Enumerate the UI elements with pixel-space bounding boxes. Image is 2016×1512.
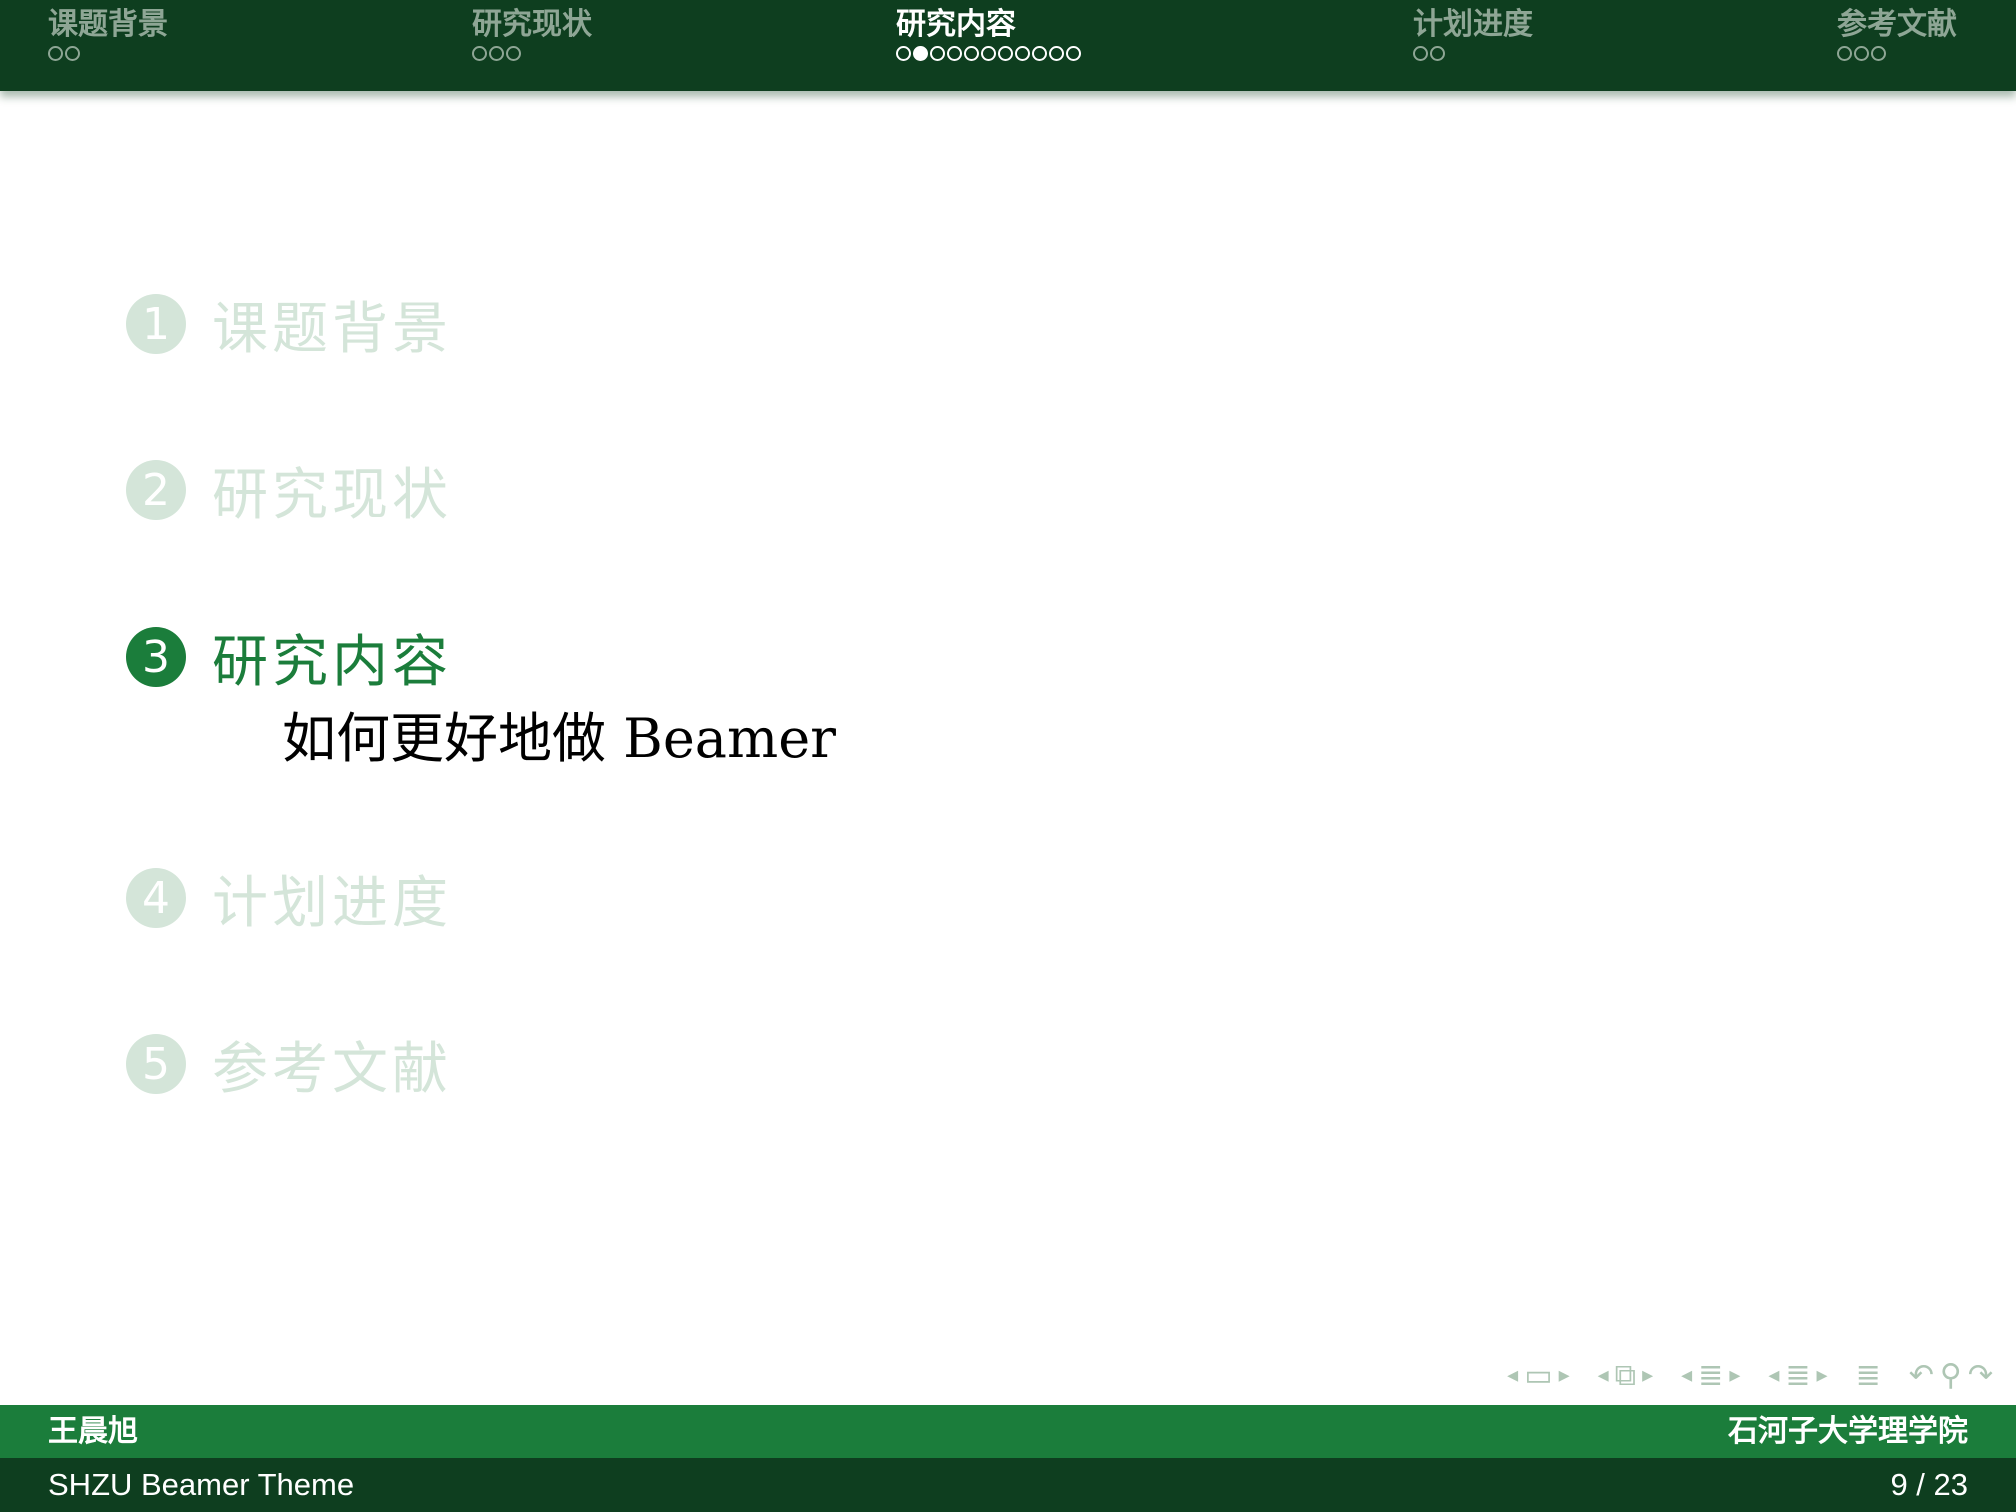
toc-item-references[interactable]: 5 参考文献 xyxy=(126,1031,452,1102)
nav-frame-dot[interactable] xyxy=(930,46,945,61)
next-arrow-icon[interactable]: ▸ xyxy=(1817,1363,1828,1388)
search-nav-group: ↶ ⚲ ↷ xyxy=(1906,1358,1996,1393)
toc-item-status[interactable]: 2 研究现状 xyxy=(126,457,452,528)
toc-item-background[interactable]: 1 课题背景 xyxy=(126,291,452,362)
nav-section-title: 课题背景 xyxy=(48,7,168,42)
nav-frame-dot[interactable] xyxy=(1066,46,1081,61)
nav-frame-dot[interactable] xyxy=(48,46,63,61)
subsection-nav-icon[interactable]: ⧉ xyxy=(1615,1358,1636,1393)
nav-section-status[interactable]: 研究现状 xyxy=(472,6,592,61)
frame-nav-icon[interactable]: ▭ xyxy=(1524,1358,1552,1393)
toc-item-schedule[interactable]: 4 计划进度 xyxy=(126,865,452,936)
toc-number-badge: 1 xyxy=(126,294,186,354)
navigation-symbols: ◂ ▭ ▸ ◂ ⧉ ▸ ◂ ≣ ▸ ◂ ≣ ▸ ≣ ↶ ⚲ ↷ xyxy=(1482,1358,1996,1393)
nav-frame-dot[interactable] xyxy=(947,46,962,61)
nav-frame-dot[interactable] xyxy=(1015,46,1030,61)
nav-frame-dot[interactable] xyxy=(981,46,996,61)
next-arrow-icon[interactable]: ▸ xyxy=(1642,1363,1653,1388)
presentation-nav-group: ◂ ≣ ▸ xyxy=(1765,1358,1830,1393)
nav-frame-dot-current[interactable] xyxy=(913,46,928,61)
nav-section-title: 参考文献 xyxy=(1837,7,1957,42)
nav-section-dots xyxy=(1837,46,1957,61)
next-arrow-icon[interactable]: ▸ xyxy=(1559,1363,1570,1388)
subsection-nav-group: ◂ ⧉ ▸ xyxy=(1595,1358,1657,1393)
prev-arrow-icon[interactable]: ◂ xyxy=(1507,1363,1518,1388)
nav-section-title: 计划进度 xyxy=(1413,7,1533,42)
next-arrow-icon[interactable]: ▸ xyxy=(1729,1363,1740,1388)
forward-icon[interactable]: ↷ xyxy=(1968,1358,1993,1393)
toc-item-label: 研究现状 xyxy=(212,462,452,528)
section-nav-icon[interactable]: ≣ xyxy=(1698,1358,1723,1393)
nav-section-background[interactable]: 课题背景 xyxy=(48,6,168,61)
prev-arrow-icon[interactable]: ◂ xyxy=(1768,1363,1779,1388)
toc-subsection-item[interactable]: 如何更好地做 Beamer xyxy=(282,694,836,773)
footer-institute: 石河子大学理学院 xyxy=(1728,1414,1968,1449)
toc-number-badge: 3 xyxy=(126,627,186,687)
nav-section-content[interactable]: 研究内容 xyxy=(896,6,1081,61)
nav-section-dots xyxy=(472,46,592,61)
nav-section-dots xyxy=(1413,46,1533,61)
toc-item-label: 课题背景 xyxy=(212,296,452,362)
nav-frame-dot[interactable] xyxy=(964,46,979,61)
nav-frame-dot[interactable] xyxy=(1430,46,1445,61)
nav-frame-dot[interactable] xyxy=(1854,46,1869,61)
nav-frame-dot[interactable] xyxy=(1837,46,1852,61)
nav-frame-dot[interactable] xyxy=(472,46,487,61)
toc-item-label: 计划进度 xyxy=(212,870,452,936)
nav-frame-dot[interactable] xyxy=(1871,46,1886,61)
presentation-nav-icon[interactable]: ≣ xyxy=(1785,1358,1810,1393)
frame-nav-group: ◂ ▭ ▸ xyxy=(1504,1358,1572,1393)
toc-item-label: 参考文献 xyxy=(212,1036,452,1102)
toc-number-badge: 5 xyxy=(126,1034,186,1094)
nav-section-dots xyxy=(48,46,168,61)
footer-page-number: 9 / 23 xyxy=(1890,1467,1968,1502)
toc-item-content[interactable]: 3 研究内容 xyxy=(126,624,452,695)
footer-top-bar: 王晨旭 石河子大学理学院 xyxy=(0,1405,2016,1458)
nav-frame-dot[interactable] xyxy=(489,46,504,61)
prev-arrow-icon[interactable]: ◂ xyxy=(1681,1363,1692,1388)
footer-short-title: SHZU Beamer Theme xyxy=(48,1467,355,1502)
nav-frame-dot[interactable] xyxy=(1413,46,1428,61)
toc-item-label: 研究内容 xyxy=(212,629,452,695)
back-icon[interactable]: ↶ xyxy=(1909,1358,1934,1393)
appendix-nav-group: ≣ xyxy=(1853,1358,1884,1393)
nav-frame-dot[interactable] xyxy=(896,46,911,61)
nav-section-title: 研究现状 xyxy=(472,7,592,42)
header-navigation: 课题背景 研究现状 研究内容 计划进度 参考文献 xyxy=(0,0,2016,91)
nav-section-schedule[interactable]: 计划进度 xyxy=(1413,6,1533,61)
nav-section-dots xyxy=(896,46,1081,61)
nav-frame-dot[interactable] xyxy=(1032,46,1047,61)
nav-frame-dot[interactable] xyxy=(998,46,1013,61)
nav-frame-dot[interactable] xyxy=(65,46,80,61)
nav-frame-dot[interactable] xyxy=(506,46,521,61)
footer-author: 王晨旭 xyxy=(48,1414,138,1449)
prev-arrow-icon[interactable]: ◂ xyxy=(1598,1363,1609,1388)
section-nav-group: ◂ ≣ ▸ xyxy=(1678,1358,1743,1393)
nav-frame-dot[interactable] xyxy=(1049,46,1064,61)
search-icon[interactable]: ⚲ xyxy=(1940,1358,1962,1393)
toc-number-badge: 2 xyxy=(126,460,186,520)
appendix-icon[interactable]: ≣ xyxy=(1856,1358,1881,1393)
nav-section-title: 研究内容 xyxy=(896,7,1016,42)
nav-section-references[interactable]: 参考文献 xyxy=(1837,6,1957,61)
toc-number-badge: 4 xyxy=(126,868,186,928)
footer-bottom-bar: SHZU Beamer Theme 9 / 23 xyxy=(0,1458,2016,1512)
